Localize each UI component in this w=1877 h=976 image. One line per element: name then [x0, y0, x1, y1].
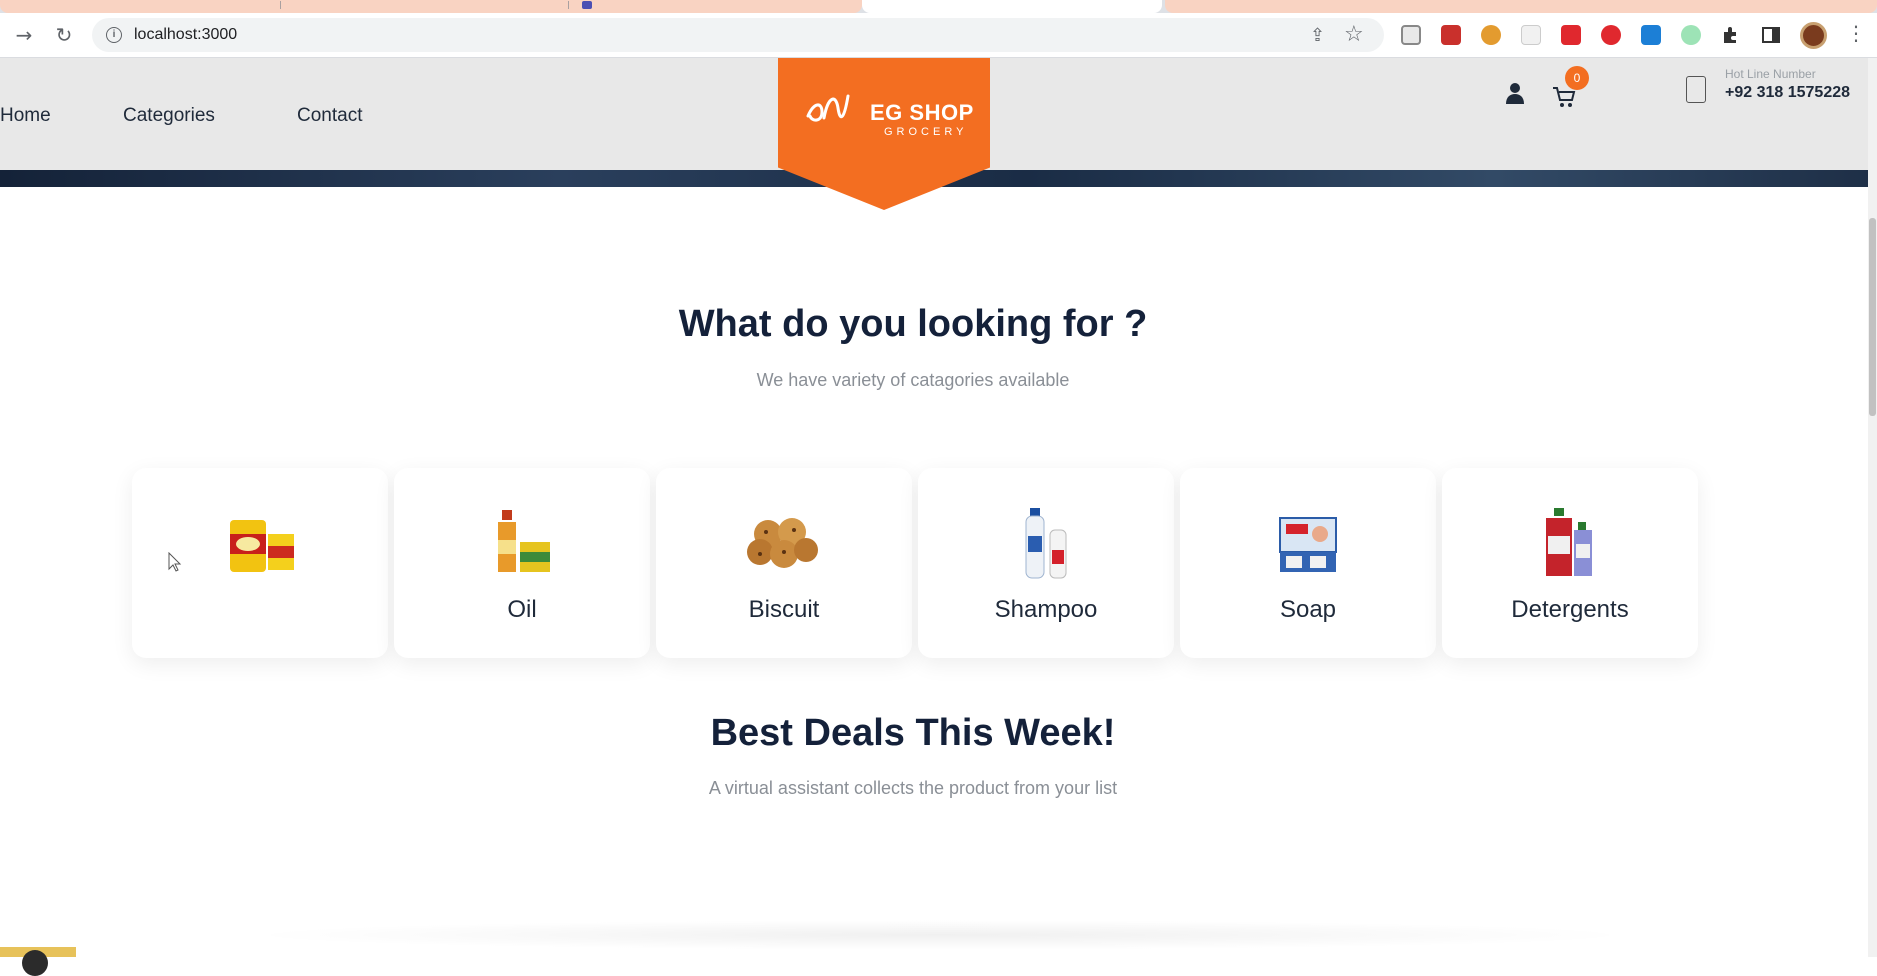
- soap-box-icon: [1279, 517, 1337, 572]
- browser-tab-active[interactable]: [862, 0, 1162, 13]
- browser-menu-icon[interactable]: ⋮: [1846, 21, 1866, 45]
- browser-tab[interactable]: [0, 0, 862, 13]
- extension-icon[interactable]: [1521, 25, 1541, 45]
- cookies-icon: [747, 518, 818, 568]
- chat-icon[interactable]: [22, 950, 48, 976]
- opera-extension-icon[interactable]: [1601, 25, 1621, 45]
- page-scrollbar[interactable]: [1868, 58, 1877, 957]
- category-label: Soap: [1279, 596, 1337, 623]
- hotline-number[interactable]: +92 318 1575228: [1725, 84, 1850, 102]
- download-extension-icon[interactable]: [1641, 25, 1661, 45]
- spice-product-icon: [230, 520, 294, 572]
- scrollbar-thumb[interactable]: [1869, 218, 1876, 416]
- shampoo-bottle-icon: [1025, 508, 1067, 579]
- category-label: Oil: [507, 596, 537, 623]
- logo-mark-icon: [806, 94, 850, 122]
- extension-icon[interactable]: [1681, 25, 1701, 45]
- category-label: Detergents: [1511, 596, 1629, 623]
- browser-tab[interactable]: [1165, 0, 1877, 13]
- category-label: Biscuit: [748, 596, 820, 623]
- lock-extension-icon[interactable]: [1561, 25, 1581, 45]
- deals-carousel-shadow: [240, 920, 1640, 950]
- tab-strip: [0, 0, 1877, 13]
- url-text[interactable]: localhost:3000: [134, 26, 237, 44]
- cookie-extension-icon[interactable]: [1481, 25, 1501, 45]
- category-card[interactable]: Detergents: [1442, 468, 1698, 658]
- oil-bottle-icon: [498, 510, 550, 572]
- info-icon[interactable]: i: [106, 27, 122, 43]
- detergent-bottle-icon: [1546, 508, 1592, 576]
- browser-toolbar: → ↻ i localhost:3000 ⇪ ☆ ⋮: [0, 13, 1877, 58]
- extension-icon[interactable]: [1401, 25, 1421, 45]
- share-icon[interactable]: ⇪: [1310, 25, 1325, 46]
- categories-title: What do you looking for ?: [678, 303, 1148, 345]
- mouse-cursor-icon: [168, 552, 182, 572]
- address-bar[interactable]: i localhost:3000 ⇪ ☆: [92, 18, 1384, 52]
- deals-subtitle: A virtual assistant collects the product…: [708, 778, 1118, 798]
- category-card[interactable]: Oil: [394, 468, 650, 658]
- extension-icon[interactable]: [1441, 25, 1461, 45]
- site-logo[interactable]: EG SHOP GROCERY: [778, 58, 990, 210]
- phone-icon: [1686, 76, 1706, 103]
- user-account-icon[interactable]: [1505, 82, 1525, 104]
- bookmark-star-icon[interactable]: ☆: [1344, 22, 1364, 47]
- back-arrow-icon[interactable]: →: [12, 23, 36, 47]
- reload-icon[interactable]: ↻: [52, 23, 76, 47]
- category-card[interactable]: Biscuit: [656, 468, 912, 658]
- logo-title: EG SHOP: [870, 100, 974, 125]
- tab-divider: [568, 1, 569, 9]
- tab-divider: [280, 1, 281, 9]
- nav-home-link[interactable]: Home: [0, 105, 51, 127]
- hotline-label: Hot Line Number: [1725, 67, 1816, 81]
- profile-avatar[interactable]: [1800, 22, 1827, 49]
- category-card[interactable]: Shampoo: [918, 468, 1174, 658]
- categories-subtitle: We have variety of catagories available: [756, 370, 1070, 390]
- puzzle-extensions-icon[interactable]: [1721, 25, 1741, 45]
- category-card[interactable]: Soap: [1180, 468, 1436, 658]
- category-label: Shampoo: [994, 596, 1098, 623]
- cart-count-badge: 0: [1565, 66, 1589, 90]
- logo-subtitle: GROCERY: [884, 126, 968, 138]
- tab-favicon-icon: [582, 1, 592, 9]
- side-panel-icon[interactable]: [1761, 25, 1781, 45]
- deals-title: Best Deals This Week!: [710, 712, 1116, 754]
- nav-contact-link[interactable]: Contact: [297, 105, 362, 127]
- nav-categories-link[interactable]: Categories: [123, 105, 215, 127]
